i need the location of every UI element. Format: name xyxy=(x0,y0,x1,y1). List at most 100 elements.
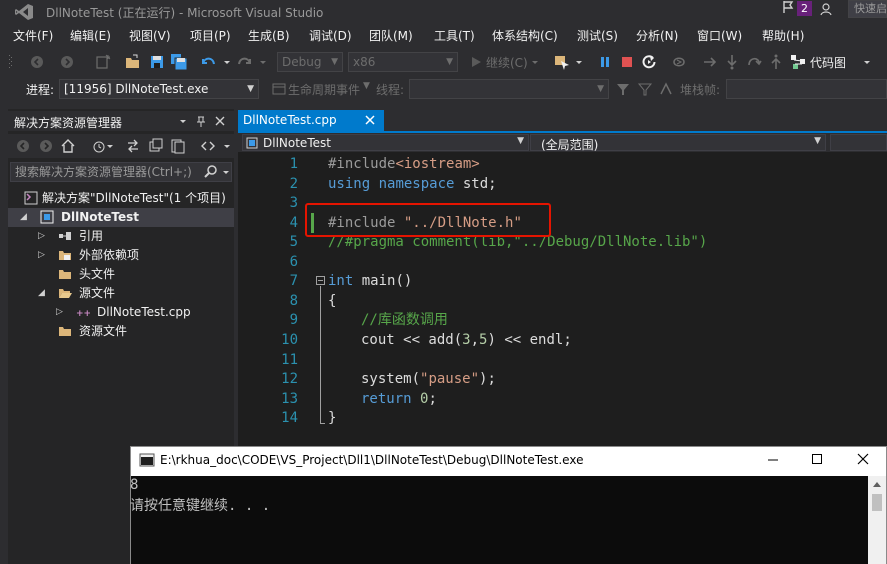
resources-label: 资源文件 xyxy=(79,324,128,338)
tree-item-solution[interactable]: 解决方案"DllNoteTest"(1 个项目) xyxy=(8,189,234,208)
solution-explorer-title: 解决方案资源管理器 xyxy=(14,116,123,130)
window-position-dropdown-icon[interactable] xyxy=(178,114,188,128)
save-icon[interactable] xyxy=(148,53,166,71)
scope-nav-dropdown[interactable]: (全局范围) ▼ xyxy=(530,134,826,152)
console-output[interactable] xyxy=(131,476,868,564)
menu-tools[interactable]: 工具(T) xyxy=(434,27,475,44)
new-project-icon[interactable] xyxy=(94,53,112,71)
process-select[interactable]: [11956] DllNoteTest.exe ▼ xyxy=(59,79,259,99)
menu-analyze[interactable]: 分析(N) xyxy=(636,27,678,44)
open-file-icon[interactable] xyxy=(124,53,142,71)
code-line-12: system("pause"); xyxy=(361,371,496,387)
code-line-9: //库函数调用 xyxy=(361,312,448,328)
continue-icon[interactable] xyxy=(467,53,485,71)
thread-filter-icon[interactable] xyxy=(614,80,632,98)
tree-item-project[interactable]: ◢ DllNoteTest xyxy=(8,208,234,227)
menu-debug[interactable]: 调试(D) xyxy=(309,27,352,44)
maximize-icon[interactable] xyxy=(810,452,824,466)
show-next-statement-icon[interactable] xyxy=(670,53,688,71)
code-map-button[interactable]: 代码图 xyxy=(810,54,846,71)
search-icon[interactable] xyxy=(204,165,218,179)
minimize-icon[interactable] xyxy=(766,452,780,466)
break-all-icon[interactable] xyxy=(596,53,614,71)
member-nav-dropdown[interactable] xyxy=(830,134,887,151)
menu-window[interactable]: 窗口(W) xyxy=(697,27,742,44)
step-back-icon[interactable] xyxy=(767,53,785,71)
menu-build[interactable]: 生成(B) xyxy=(248,27,290,44)
sync-icon[interactable] xyxy=(125,138,141,154)
se-toolbar-more-icon[interactable] xyxy=(222,138,232,154)
menu-team[interactable]: 团队(M) xyxy=(369,27,413,44)
search-options-dropdown-icon[interactable] xyxy=(221,165,231,179)
menu-file[interactable]: 文件(F) xyxy=(13,27,53,44)
redo-icon[interactable] xyxy=(236,53,254,71)
collapse-all-icon[interactable] xyxy=(148,138,164,154)
undo-dropdown-icon[interactable] xyxy=(222,53,232,71)
toolbar-overflow-icon[interactable] xyxy=(862,53,872,71)
lifecycle-dropdown-icon[interactable]: ▼ xyxy=(363,81,370,91)
attach-dropdown-icon[interactable] xyxy=(574,53,584,71)
step-over-icon[interactable] xyxy=(723,53,741,71)
stack-frame-select[interactable] xyxy=(726,79,887,99)
lifecycle-events-icon[interactable] xyxy=(270,80,288,98)
tree-item-sources[interactable]: ◢ 源文件 xyxy=(8,284,234,303)
se-forward-icon[interactable] xyxy=(38,138,54,154)
save-all-icon[interactable] xyxy=(170,53,188,71)
redo-dropdown-icon[interactable] xyxy=(258,53,268,71)
step-into-icon[interactable] xyxy=(701,53,719,71)
expand-arrow-icon[interactable]: ▷ xyxy=(38,246,45,265)
attach-process-icon[interactable] xyxy=(553,53,571,71)
step-out-icon[interactable] xyxy=(745,53,763,71)
code-view-icon[interactable] xyxy=(200,138,216,154)
home-icon[interactable] xyxy=(60,138,76,154)
solution-config-select[interactable]: Debug ▼ xyxy=(277,52,343,72)
se-back-icon[interactable] xyxy=(15,138,31,154)
show-threads-icon[interactable] xyxy=(658,80,676,98)
continue-button[interactable]: 继续(C) xyxy=(486,54,528,71)
pin-icon[interactable] xyxy=(196,114,206,128)
continue-dropdown-icon[interactable] xyxy=(530,53,540,71)
external-deps-label: 外部依赖项 xyxy=(79,248,140,262)
tree-item-headers[interactable]: 头文件 xyxy=(8,265,234,284)
flag-threads-icon[interactable] xyxy=(636,80,654,98)
close-tab-icon[interactable] xyxy=(364,110,376,131)
menu-project[interactable]: 项目(P) xyxy=(190,27,231,44)
console-app-icon xyxy=(139,452,155,468)
menu-test[interactable]: 测试(S) xyxy=(577,27,618,44)
console-scrollbar[interactable] xyxy=(868,476,886,564)
stop-debugging-icon[interactable] xyxy=(618,53,636,71)
quick-launch-input[interactable]: 快速启 xyxy=(848,0,887,18)
collapse-arrow-icon[interactable]: ◢ xyxy=(20,208,27,227)
close-window-icon[interactable] xyxy=(856,452,870,466)
menu-architecture[interactable]: 体系结构(C) xyxy=(492,27,558,44)
feedback-flag-icon[interactable] xyxy=(782,0,794,14)
show-all-files-icon[interactable] xyxy=(170,138,186,154)
restart-icon[interactable] xyxy=(640,53,658,71)
undo-icon[interactable] xyxy=(199,53,217,71)
menu-help[interactable]: 帮助(H) xyxy=(762,27,804,44)
outline-collapse-icon[interactable] xyxy=(316,276,326,286)
solution-explorer-search-input[interactable]: 搜索解决方案资源管理器(Ctrl+;) xyxy=(10,162,232,182)
menu-edit[interactable]: 编辑(E) xyxy=(70,27,111,44)
solution-platform-select[interactable]: x86 ▼ xyxy=(348,52,458,72)
tree-item-external-deps[interactable]: ▷ 外部依赖项 xyxy=(8,246,234,265)
code-map-icon[interactable] xyxy=(789,53,807,71)
tree-item-cpp-file[interactable]: ▷ ++ DllNoteTest.cpp xyxy=(8,303,234,322)
project-nav-dropdown[interactable]: DllNoteTest ▼ xyxy=(242,134,529,151)
menu-view[interactable]: 视图(V) xyxy=(129,27,171,44)
back-icon[interactable] xyxy=(28,53,46,71)
thread-select[interactable]: ▼ xyxy=(409,79,609,99)
tree-item-references[interactable]: ▷ 引用 xyxy=(8,227,234,246)
collapse-arrow-icon[interactable]: ◢ xyxy=(38,284,45,303)
pending-changes-filter-icon[interactable] xyxy=(92,138,114,154)
tree-item-resources[interactable]: 资源文件 xyxy=(8,322,234,341)
toolbar-grip-icon[interactable] xyxy=(8,53,14,71)
account-icon[interactable] xyxy=(820,2,836,16)
expand-arrow-icon[interactable]: ▷ xyxy=(38,227,45,246)
tab-dllnotetest-cpp[interactable]: DllNoteTest.cpp xyxy=(238,110,384,131)
forward-icon[interactable] xyxy=(58,53,76,71)
notification-badge[interactable]: 2 xyxy=(797,1,812,16)
lifecycle-events-button[interactable]: 生命周期事件 xyxy=(288,81,360,98)
close-panel-icon[interactable] xyxy=(214,114,226,128)
expand-arrow-icon[interactable]: ▷ xyxy=(56,303,63,322)
